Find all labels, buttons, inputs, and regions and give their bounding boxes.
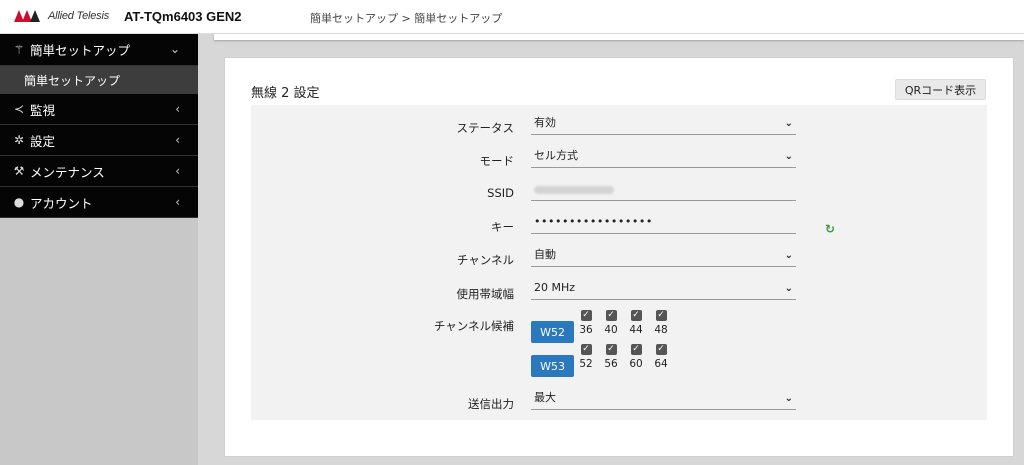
ssid-redacted xyxy=(534,186,614,194)
channel-40-checkbox[interactable]: ✓ 40 xyxy=(601,310,621,336)
chevron-left-icon: ‹ xyxy=(175,195,180,209)
checkmark-icon: ✓ xyxy=(580,344,592,355)
ssid-label: SSID xyxy=(487,186,514,200)
chevron-left-icon: ‹ xyxy=(175,133,180,147)
key-value: ••••••••••••••••• xyxy=(534,215,653,228)
chevron-left-icon: ‹ xyxy=(175,102,180,116)
share-icon: ≺ xyxy=(13,102,25,116)
device-model: AT-TQm6403 GEN2 xyxy=(124,9,242,24)
channel-52-checkbox[interactable]: ✓ 52 xyxy=(576,344,596,370)
sidebar-item-label: アカウント xyxy=(30,195,93,211)
checkmark-icon: ✓ xyxy=(630,310,642,321)
sidebar: ⚚ 簡単セットアップ ⌄ 簡単セットアップ ≺ 監視 ‹ ✲ 設定 ‹ ⚒ メン… xyxy=(0,34,198,465)
w52-button[interactable]: W52 xyxy=(531,321,574,343)
logo-text: Allied Telesis xyxy=(48,10,109,22)
chevron-down-icon: ⌄ xyxy=(784,250,793,261)
key-label: キー xyxy=(491,220,514,234)
bandwidth-label: 使用帯域幅 xyxy=(456,287,515,301)
settings-form: ステータス 有効 ⌄ モード セル方式 ⌄ SSID キー ••••••••••… xyxy=(251,105,987,420)
panel-title: 無線 2 設定 xyxy=(251,86,320,101)
gear-icon: ✲ xyxy=(13,133,25,147)
w53-button[interactable]: W53 xyxy=(531,355,574,377)
refresh-icon[interactable]: ↻ xyxy=(825,222,835,236)
sidebar-item-label: メンテナンス xyxy=(30,164,105,180)
channel-select[interactable]: 自動 ⌄ xyxy=(531,247,796,267)
chevron-down-icon: ⌄ xyxy=(784,393,793,404)
chevron-down-icon: ⌄ xyxy=(169,42,180,56)
checkmark-icon: ✓ xyxy=(605,310,617,321)
chevron-left-icon: ‹ xyxy=(175,164,180,178)
channel-64-checkbox[interactable]: ✓ 64 xyxy=(651,344,671,370)
user-icon: ● xyxy=(13,195,25,209)
top-header: Allied Telesis AT-TQm6403 GEN2 簡単セットアップ … xyxy=(0,0,1024,34)
checkmark-icon: ✓ xyxy=(580,310,592,321)
bandwidth-select[interactable]: 20 MHz ⌄ xyxy=(531,280,796,300)
sidebar-item-settings[interactable]: ✲ 設定 ‹ xyxy=(0,125,198,156)
bandwidth-value: 20 MHz xyxy=(534,281,576,294)
mode-select[interactable]: セル方式 ⌄ xyxy=(531,148,796,168)
collapsed-panel-strip xyxy=(214,34,1024,40)
checkmark-icon: ✓ xyxy=(630,344,642,355)
sidebar-item-label: 監視 xyxy=(30,102,56,118)
channel-value: 自動 xyxy=(534,248,556,261)
channel-label: チャンネル xyxy=(456,253,514,267)
sidebar-subitem-easy-setup[interactable]: 簡単セットアップ xyxy=(0,66,198,94)
mode-value: セル方式 xyxy=(534,149,578,162)
breadcrumb: 簡単セットアップ > 簡単セットアップ xyxy=(310,12,503,25)
sidebar-item-maintenance[interactable]: ⚒ メンテナンス ‹ xyxy=(0,156,198,187)
magic-wand-icon: ⚚ xyxy=(13,42,25,57)
tx-power-label: 送信出力 xyxy=(468,397,514,411)
channel-60-checkbox[interactable]: ✓ 60 xyxy=(626,344,646,370)
status-select[interactable]: 有効 ⌄ xyxy=(531,115,796,135)
sidebar-item-label: 設定 xyxy=(30,133,56,149)
mode-label: モード xyxy=(479,154,515,168)
qr-code-button[interactable]: QRコード表示 xyxy=(895,79,986,100)
ssid-input[interactable] xyxy=(531,181,796,201)
status-value: 有効 xyxy=(534,116,556,129)
wireless-settings-panel: 無線 2 設定 QRコード表示 ステータス 有効 ⌄ モード セル方式 ⌄ SS… xyxy=(224,57,1014,457)
checkmark-icon: ✓ xyxy=(605,344,617,355)
chevron-down-icon: ⌄ xyxy=(784,283,793,294)
key-input[interactable]: ••••••••••••••••• xyxy=(531,214,796,234)
logo-mark-icon xyxy=(14,10,44,22)
chevron-down-icon: ⌄ xyxy=(784,151,793,162)
brand-logo: Allied Telesis xyxy=(14,10,109,22)
channel-44-checkbox[interactable]: ✓ 44 xyxy=(626,310,646,336)
channel-36-checkbox[interactable]: ✓ 36 xyxy=(576,310,596,336)
status-label: ステータス xyxy=(456,121,515,135)
checkmark-icon: ✓ xyxy=(655,310,667,321)
sidebar-item-label: 簡単セットアップ xyxy=(30,43,131,58)
tx-power-value: 最大 xyxy=(534,391,556,404)
channel-56-checkbox[interactable]: ✓ 56 xyxy=(601,344,621,370)
chevron-down-icon: ⌄ xyxy=(784,118,793,129)
wrench-icon: ⚒ xyxy=(13,164,25,178)
channel-48-checkbox[interactable]: ✓ 48 xyxy=(651,310,671,336)
checkmark-icon: ✓ xyxy=(655,344,667,355)
sidebar-item-account[interactable]: ● アカウント ‹ xyxy=(0,187,198,218)
channel-candidates-label: チャンネル候補 xyxy=(433,319,514,333)
tx-power-select[interactable]: 最大 ⌄ xyxy=(531,390,796,410)
sidebar-item-monitor[interactable]: ≺ 監視 ‹ xyxy=(0,94,198,125)
sidebar-item-easy-setup[interactable]: ⚚ 簡単セットアップ ⌄ xyxy=(0,34,198,66)
